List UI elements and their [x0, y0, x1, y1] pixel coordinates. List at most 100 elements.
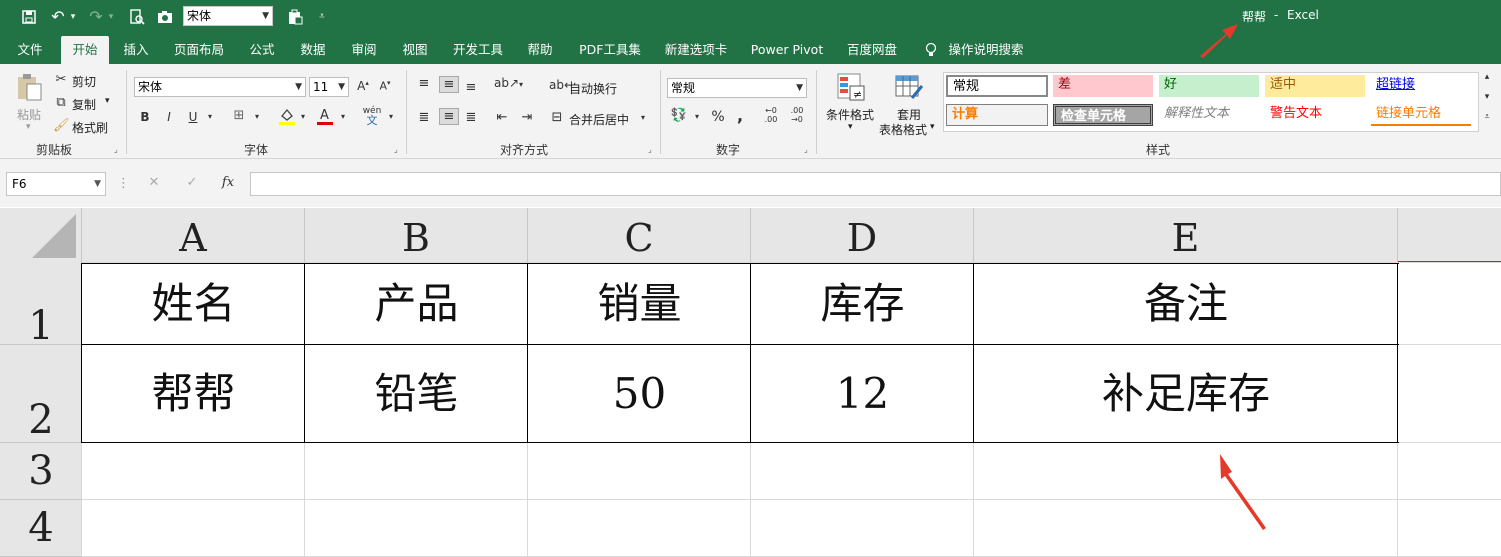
row-header-3[interactable]: 3 [0, 443, 82, 500]
tab-formulas[interactable]: 公式 [240, 36, 284, 64]
cell-a1[interactable]: 姓名 [82, 263, 305, 345]
conditional-format-label[interactable]: 条件格式 [826, 106, 874, 123]
number-format-select[interactable]: 常规 ▼ [667, 78, 807, 98]
align-bottom-icon[interactable]: ≡ [463, 80, 479, 95]
select-all-button[interactable] [0, 208, 82, 263]
format-painter-label[interactable]: 格式刷 [72, 119, 108, 136]
font-color-dropdown-icon[interactable]: ▾ [338, 112, 348, 121]
save-icon[interactable] [18, 5, 40, 29]
camera-icon[interactable] [154, 5, 176, 29]
column-header-a[interactable]: A [82, 208, 305, 263]
font-size-select[interactable]: 11 ▼ [309, 77, 349, 97]
undo-dropdown-icon[interactable]: ▾ [68, 5, 78, 29]
bold-button[interactable]: B [139, 110, 151, 124]
style-explanatory[interactable]: 解释性文本 [1159, 104, 1259, 126]
border-icon[interactable]: ⊞ [230, 108, 248, 123]
column-header-b[interactable]: B [305, 208, 528, 263]
tab-data[interactable]: 数据 [291, 36, 335, 64]
tab-page-layout[interactable]: 页面布局 [168, 36, 230, 64]
font-name-select[interactable]: 宋体 ▼ [134, 77, 306, 97]
fill-color-dropdown-icon[interactable]: ▾ [298, 112, 308, 121]
percent-button[interactable]: % [709, 109, 727, 125]
name-box[interactable]: F6 ▼ [6, 172, 106, 196]
gallery-up-icon[interactable]: ▴ [1480, 72, 1494, 82]
tab-power-pivot[interactable]: Power Pivot [747, 36, 827, 64]
merge-dropdown-icon[interactable]: ▾ [638, 113, 648, 122]
quick-font-select[interactable]: 宋体 ▼ [183, 6, 273, 26]
column-header-c[interactable]: C [528, 208, 751, 263]
tab-home[interactable]: 开始 [61, 36, 109, 64]
fill-color-icon[interactable] [278, 106, 296, 130]
style-bad[interactable]: 差 [1053, 75, 1153, 97]
orientation-dropdown-icon[interactable]: ▾ [516, 80, 526, 89]
style-calculation[interactable]: 计算 [946, 104, 1048, 126]
cell-c2[interactable]: 50 [528, 345, 751, 443]
border-dropdown-icon[interactable]: ▾ [252, 112, 262, 121]
cell-a2[interactable]: 帮帮 [82, 345, 305, 443]
customize-toolbar-icon[interactable]: ⩡ [314, 5, 330, 29]
tab-help[interactable]: 帮助 [520, 36, 560, 64]
align-top-icon[interactable]: ≡ [416, 76, 432, 91]
tell-me-search[interactable]: 操作说明搜索 [944, 36, 1028, 64]
increase-indent-icon[interactable]: ⇥ [519, 110, 535, 125]
increase-font-icon[interactable]: A▴ [356, 79, 370, 93]
cell-c1[interactable]: 销量 [528, 263, 751, 345]
wrap-text-label[interactable]: 自动换行 [569, 80, 617, 97]
merge-center-icon[interactable]: ⊟ [549, 110, 565, 125]
format-as-table-dropdown-icon[interactable]: ▾ [930, 122, 935, 132]
conditional-format-icon[interactable]: ≠ [836, 72, 866, 102]
paste-dropdown-icon[interactable]: ▾ [26, 122, 31, 132]
style-normal[interactable]: 常规 [946, 75, 1048, 97]
paste-icon[interactable] [14, 72, 44, 102]
cell-d1[interactable]: 库存 [751, 263, 974, 345]
align-middle-icon[interactable]: ≡ [439, 76, 459, 93]
tab-view[interactable]: 视图 [393, 36, 437, 64]
orientation-icon[interactable]: ab↗ [494, 76, 519, 90]
insert-function-button[interactable]: fx [220, 175, 236, 190]
cell-b1[interactable]: 产品 [305, 263, 528, 345]
underline-dropdown-icon[interactable]: ▾ [205, 112, 215, 121]
format-as-table-icon[interactable] [894, 72, 924, 102]
column-header-d[interactable]: D [751, 208, 974, 263]
decrease-indent-icon[interactable]: ⇤ [494, 110, 510, 125]
alignment-launcher-icon[interactable]: ⌟ [648, 145, 652, 154]
tab-file[interactable]: 文件 [8, 36, 52, 64]
row-header-4[interactable]: 4 [0, 500, 82, 557]
tab-review[interactable]: 审阅 [342, 36, 386, 64]
comma-button[interactable]: , [734, 106, 746, 125]
increase-decimal-icon[interactable]: ←0.00 [760, 106, 782, 124]
style-hyperlink[interactable]: 超链接 [1371, 75, 1471, 97]
number-launcher-icon[interactable]: ⌟ [804, 145, 808, 154]
phonetic-icon[interactable]: wén 文 [362, 106, 382, 127]
format-as-table-label-2[interactable]: 表格格式 [879, 121, 927, 138]
tab-new-tab[interactable]: 新建选项卡 [658, 36, 734, 64]
copy-dropdown-icon[interactable]: ▾ [105, 96, 110, 106]
cell-e1[interactable]: 备注 [974, 263, 1398, 345]
merge-center-label[interactable]: 合并后居中 [569, 111, 629, 128]
align-left-icon[interactable]: ≣ [416, 110, 432, 125]
wrap-text-icon[interactable]: ab↵ [549, 78, 574, 92]
tab-pdf-tools[interactable]: PDF工具集 [574, 36, 646, 64]
undo-icon[interactable]: ↶ [48, 5, 68, 29]
style-good[interactable]: 好 [1159, 75, 1259, 97]
conditional-format-dropdown-icon[interactable]: ▾ [848, 122, 853, 132]
drag-handle-icon[interactable]: ⋮ [117, 176, 130, 191]
column-header-e[interactable]: E [974, 208, 1398, 263]
clipboard-launcher-icon[interactable]: ⌟ [114, 145, 118, 154]
font-launcher-icon[interactable]: ⌟ [394, 145, 398, 154]
style-check-cell[interactable]: 检查单元格 [1053, 104, 1153, 126]
align-right-icon[interactable]: ≣ [463, 110, 479, 125]
row-header-1[interactable]: 1 [0, 263, 82, 349]
gallery-more-icon[interactable]: ⩡ [1480, 112, 1494, 122]
underline-button[interactable]: U [187, 110, 199, 124]
style-linked-cell[interactable]: 链接单元格 [1371, 104, 1471, 126]
decrease-font-icon[interactable]: A▾ [378, 79, 392, 93]
cut-icon[interactable]: ✂ [53, 72, 69, 87]
tab-baidu-netdisk[interactable]: 百度网盘 [840, 36, 904, 64]
cell-e2[interactable]: 补足库存 [974, 345, 1398, 443]
paste-label[interactable]: 粘贴 [17, 106, 41, 123]
clipboard-icon[interactable] [284, 5, 306, 29]
accounting-format-icon[interactable]: 💱 [668, 108, 690, 123]
accounting-dropdown-icon[interactable]: ▾ [692, 112, 702, 121]
gallery-down-icon[interactable]: ▾ [1480, 92, 1494, 102]
